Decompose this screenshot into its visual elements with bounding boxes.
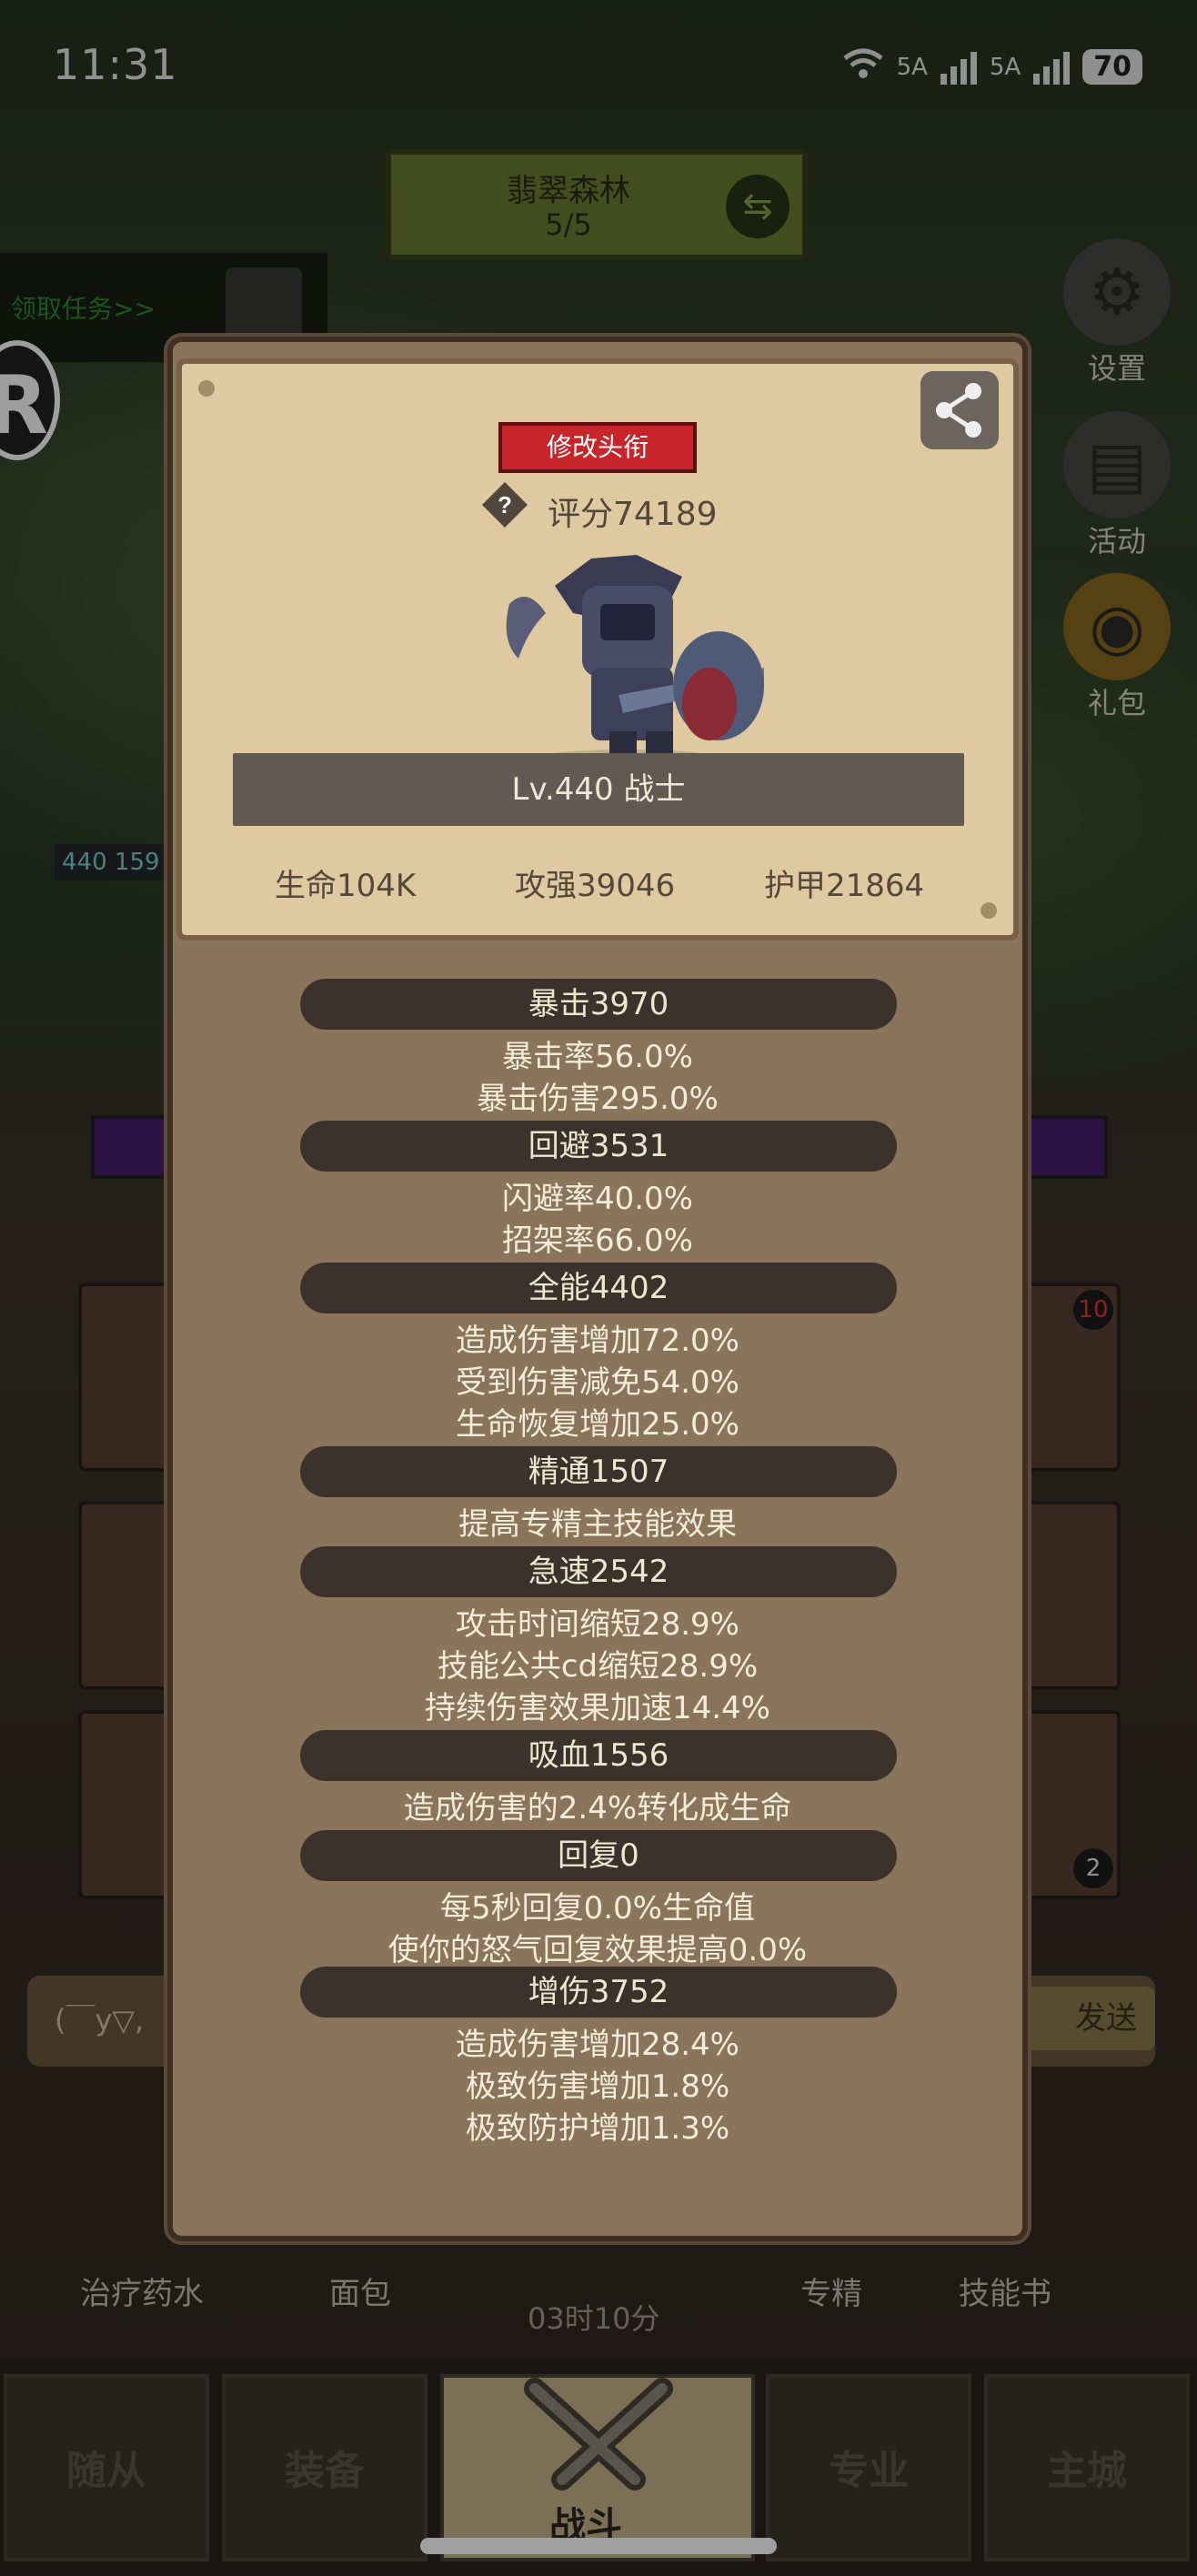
share-button[interactable] [920,371,999,449]
stat-line-dot: 持续伤害效果加速14.4% [424,1690,770,1726]
stat-line-recovery-hp: 每5秒回复0.0%生命值 [439,1890,755,1927]
stat-header-leech: 吸血1556 [300,1730,897,1781]
stat-line-crit-rate: 暴击率56.0% [501,1039,693,1075]
stat-line-attack-speed: 攻击时间缩短28.9% [455,1606,739,1643]
stat-line-dmg-amp-2: 极致伤害增加1.8% [465,2068,730,2105]
stat-line-dmg-amp-1: 造成伤害增加28.4% [455,2027,739,2063]
stat-line-regen: 生命恢复增加25.0% [455,1406,739,1443]
level-class: Lv.440 战士 [511,771,686,808]
stat-header-crit: 暴击3970 [300,979,897,1030]
share-icon [936,383,981,438]
stat-line-gcd: 技能公共cd缩短28.9% [437,1648,759,1685]
stat-line-dmg-amp-3: 极致防护增加1.3% [465,2110,730,2147]
stat-line-crit-damage: 暴击伤害295.0% [477,1081,719,1117]
home-indicator[interactable] [420,2538,777,2554]
warrior-avatar [506,555,764,771]
stat-attack: 攻强39046 [515,868,676,904]
stat-line-dmg-increase: 造成伤害增加72.0% [455,1323,739,1359]
stat-line-dmg-reduction: 受到伤害减免54.0% [455,1364,739,1401]
stat-header-mastery: 精通1507 [300,1446,897,1497]
svg-text:?: ? [498,491,512,518]
rename-title-button[interactable]: 修改头衔 [498,422,697,473]
stat-armor: 护甲21864 [764,868,925,904]
score-help-icon[interactable]: ? [480,480,529,529]
stat-hp: 生命104K [275,868,417,904]
stat-header-versatility: 全能4402 [300,1263,897,1313]
stat-line-leech: 造成伤害的2.4%转化成生命 [403,1790,792,1826]
stat-line-dodge: 闪避率40.0% [501,1181,693,1217]
score-value: 评分74189 [548,496,718,533]
stat-header-haste: 急速2542 [300,1546,897,1597]
stat-line-recovery-rage: 使你的怒气回复效果提高0.0% [387,1932,808,1968]
stat-line-parry: 招架率66.0% [501,1223,693,1259]
stat-header-recovery: 回复0 [300,1830,897,1881]
stat-line-mastery: 提高专精主技能效果 [458,1506,737,1543]
stat-header-avoid: 回避3531 [300,1121,897,1172]
stat-header-dmg-amp: 增伤3752 [300,1967,897,2018]
card-nail [198,380,215,397]
card-nail [981,902,997,919]
